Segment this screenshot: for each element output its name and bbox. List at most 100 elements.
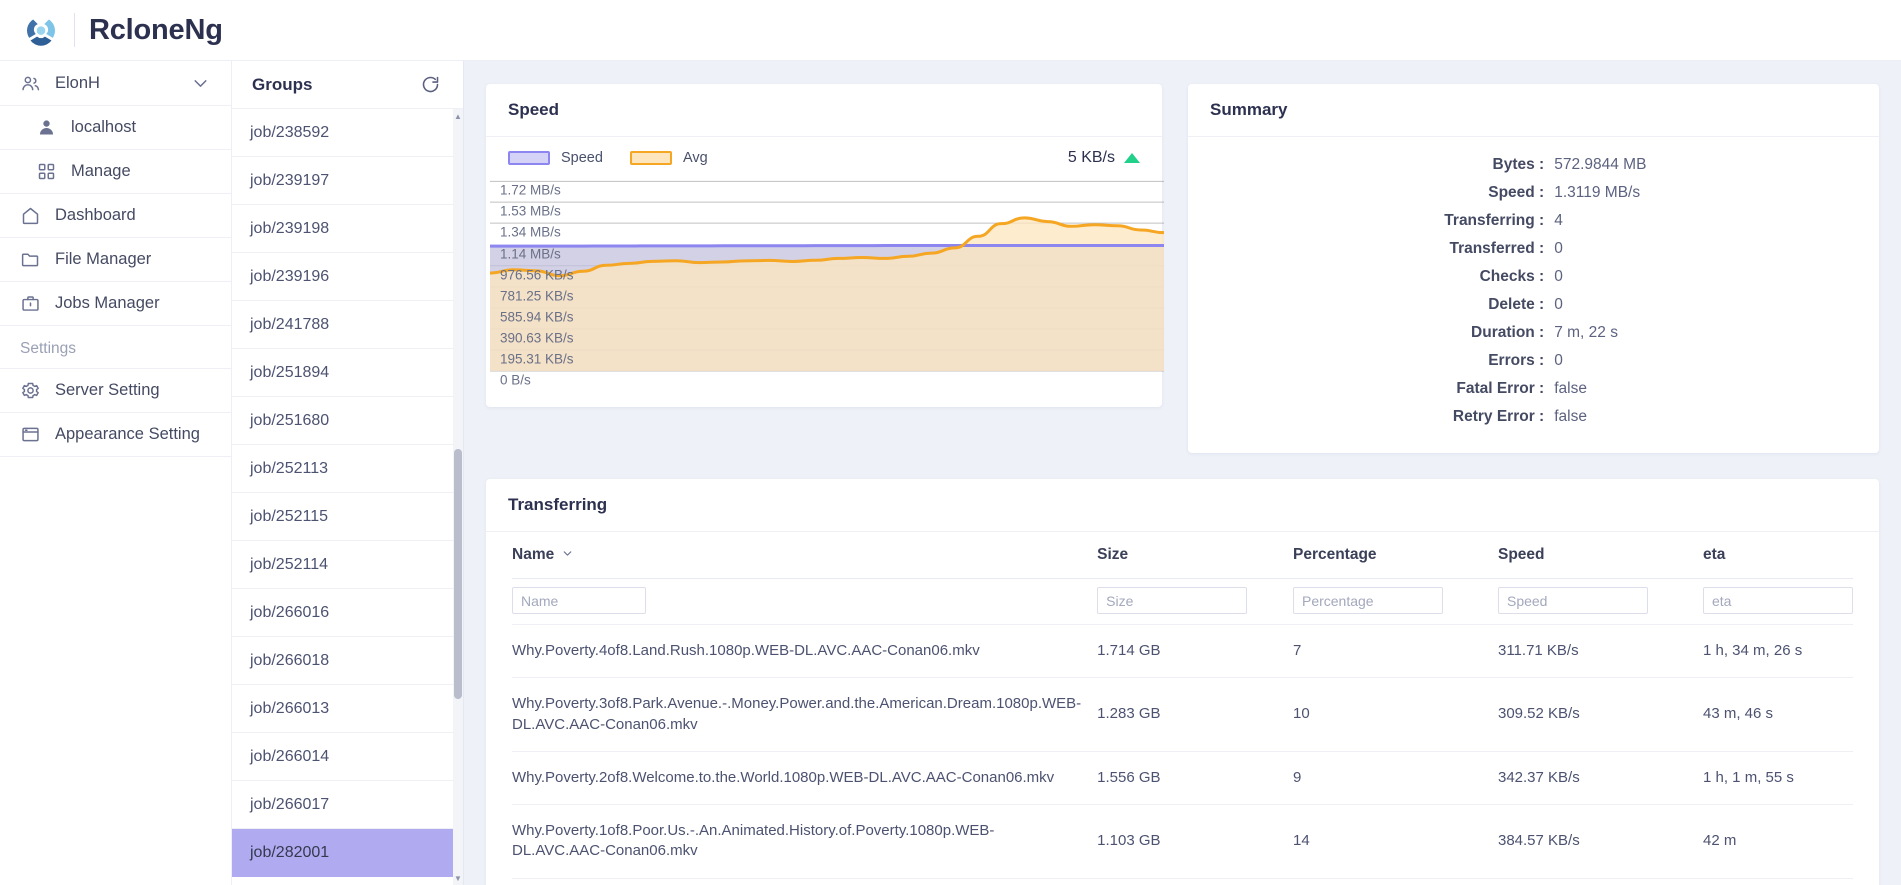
summary-key: Delete :	[1488, 296, 1545, 313]
sidebar-item-dashboard[interactable]: Dashboard	[0, 194, 231, 238]
group-item-label: job/252113	[250, 459, 328, 477]
group-list-item[interactable]: job/251680	[232, 397, 453, 445]
sidebar-item-manage[interactable]: Manage	[0, 150, 231, 194]
summary-row: Checks : 0	[1188, 265, 1879, 289]
summary-row: Duration : 7 m, 22 s	[1188, 321, 1879, 345]
chevron-down-icon[interactable]	[561, 547, 574, 563]
summary-value: 0	[1554, 352, 1563, 369]
legend-label-avg: Avg	[682, 150, 708, 166]
summary-value: 4	[1554, 212, 1563, 229]
gear-icon	[20, 380, 41, 401]
cell-speed: 311.71 KB/s	[1497, 624, 1703, 679]
summary-row: Transferred : 0	[1188, 237, 1879, 261]
groups-scrollbar-thumb[interactable]	[454, 449, 462, 699]
group-list-item[interactable]: job/252113	[232, 445, 453, 493]
sidebar-item-file-manager[interactable]: File Manager	[0, 238, 231, 282]
summary-key: Transferring :	[1444, 212, 1545, 229]
group-list-item[interactable]: job/239196	[232, 253, 453, 301]
column-header-size[interactable]: Size	[1097, 532, 1293, 579]
filter-input-percentage[interactable]	[1292, 587, 1443, 614]
summary-key: Errors :	[1488, 352, 1545, 369]
group-list-item[interactable]: job/252114	[232, 541, 453, 589]
group-item-label: job/252115	[250, 507, 328, 525]
group-list-item[interactable]: job/266018	[232, 637, 453, 685]
summary-key: Speed :	[1488, 184, 1545, 201]
group-list-item[interactable]: job/252115	[232, 493, 453, 541]
group-item-label: job/266014	[250, 747, 330, 765]
group-item-label: job/251680	[250, 411, 330, 429]
summary-key: Retry Error :	[1452, 408, 1545, 425]
sidebar-item-jobs-manager[interactable]: Jobs Manager	[0, 282, 231, 326]
column-header-name[interactable]: Name	[512, 532, 1098, 579]
sidebar-item-localhost[interactable]: localhost	[0, 106, 231, 150]
group-list-item[interactable]: job/266017	[232, 781, 453, 829]
cell-name: Why.Poverty.1of8.Poor.Us.-.An.Animated.H…	[512, 804, 1098, 879]
group-item-label: job/282001	[250, 843, 330, 861]
table-filter-row	[512, 578, 1853, 625]
filter-input-name[interactable]	[512, 587, 646, 614]
group-list-item[interactable]: job/266016	[232, 589, 453, 637]
group-list-item[interactable]: job/239197	[232, 157, 453, 205]
cell-name: Why.Poverty.4of8.Land.Rush.1080p.WEB-DL.…	[512, 624, 1098, 679]
table-row[interactable]: Why.Poverty.2of8.Welcome.to.the.World.10…	[512, 751, 1853, 806]
sidebar: ElonH localhost Manage Dashboard File Ma…	[0, 61, 232, 885]
chevron-down-icon[interactable]	[190, 73, 211, 94]
speed-chart-plot: 1.72 MB/s 1.53 MB/s 1.34 MB/s 1.14 MB/s 976.…	[488, 171, 1164, 399]
group-list-item[interactable]: job/282001	[232, 829, 453, 877]
chart-legend: Speed Avg 5 KB/s	[488, 147, 1160, 167]
refresh-icon[interactable]	[420, 74, 441, 95]
table-row[interactable]: Why.Poverty.1of8.Poor.Us.-.An.Animated.H…	[512, 804, 1853, 879]
sidebar-item-label: Server Setting	[55, 381, 160, 399]
sidebar-item-label: Dashboard	[55, 206, 136, 224]
group-item-label: job/251894	[250, 363, 330, 381]
legend-swatch-avg[interactable]	[629, 151, 672, 165]
group-list-item[interactable]: job/238592	[232, 109, 453, 157]
summary-key: Duration :	[1471, 324, 1545, 341]
group-list-item[interactable]: job/239198	[232, 205, 453, 253]
summary-value: 7 m, 22 s	[1554, 324, 1618, 341]
filter-input-size[interactable]	[1097, 587, 1248, 614]
groups-list[interactable]: job/238592 job/239197 job/239198 job/239196…	[232, 109, 463, 885]
sidebar-item-appearance-setting[interactable]: Appearance Setting	[0, 413, 231, 457]
summary-value: false	[1554, 380, 1587, 397]
legend-swatch-speed[interactable]	[508, 151, 550, 165]
column-label: Name	[512, 546, 555, 563]
cell-size: 1.103 GB	[1097, 804, 1293, 879]
sidebar-item-user[interactable]: ElonH	[0, 61, 231, 106]
y-axis-tick-label: 1.14 MB/s	[500, 246, 561, 262]
transferring-card: Transferring Name Size Percentage Speed …	[486, 479, 1879, 885]
summary-row: Transferring : 4	[1188, 209, 1879, 233]
users-icon	[20, 73, 41, 94]
current-speed-value: 5 KB/s	[1067, 149, 1115, 166]
filter-input-eta[interactable]	[1703, 587, 1853, 614]
column-header-speed[interactable]: Speed	[1497, 532, 1703, 579]
y-axis-tick-label: 1.34 MB/s	[500, 224, 561, 240]
group-list-item[interactable]: job/251894	[232, 349, 453, 397]
top-cards-row: Speed Speed Avg 5 KB/s 1.72 MB/s 1.53 MB…	[486, 84, 1879, 453]
scroll-up-arrow-icon[interactable]: ▲	[453, 109, 463, 123]
app-title: RcloneNg	[89, 13, 223, 46]
group-list-item[interactable]: job/266013	[232, 685, 453, 733]
scroll-down-arrow-icon[interactable]: ▼	[453, 871, 463, 885]
window-icon	[20, 424, 41, 445]
summary-key: Fatal Error :	[1456, 380, 1545, 397]
group-item-label: job/238592	[250, 123, 330, 141]
group-list-item[interactable]: job/241788	[232, 301, 453, 349]
group-item-label: job/266018	[250, 651, 330, 669]
summary-row: Speed : 1.3119 MB/s	[1188, 181, 1879, 205]
cell-percentage: 9	[1292, 751, 1498, 806]
cell-percentage: 14	[1292, 804, 1498, 879]
table-row[interactable]: Why.Poverty.3of8.Park.Avenue.-.Money.Pow…	[512, 677, 1853, 752]
table-row[interactable]: Why.Poverty.4of8.Land.Rush.1080p.WEB-DL.…	[512, 624, 1853, 679]
filter-input-speed[interactable]	[1497, 587, 1648, 614]
group-list-item[interactable]: job/266014	[232, 733, 453, 781]
sidebar-item-label: localhost	[71, 118, 137, 136]
transferring-card-title: Transferring	[486, 479, 1879, 532]
sidebar-item-label: Manage	[71, 162, 131, 180]
column-header-percentage[interactable]: Percentage	[1292, 532, 1498, 579]
main-layout: ElonH localhost Manage Dashboard File Ma…	[0, 61, 1901, 885]
sidebar-item-server-setting[interactable]: Server Setting	[0, 369, 231, 413]
sidebar-item-label: Appearance Setting	[55, 425, 200, 443]
summary-list: Bytes : 572.9844 MB Speed : 1.3119 MB/s Tran…	[1188, 137, 1879, 453]
column-header-eta[interactable]: eta	[1703, 532, 1853, 579]
